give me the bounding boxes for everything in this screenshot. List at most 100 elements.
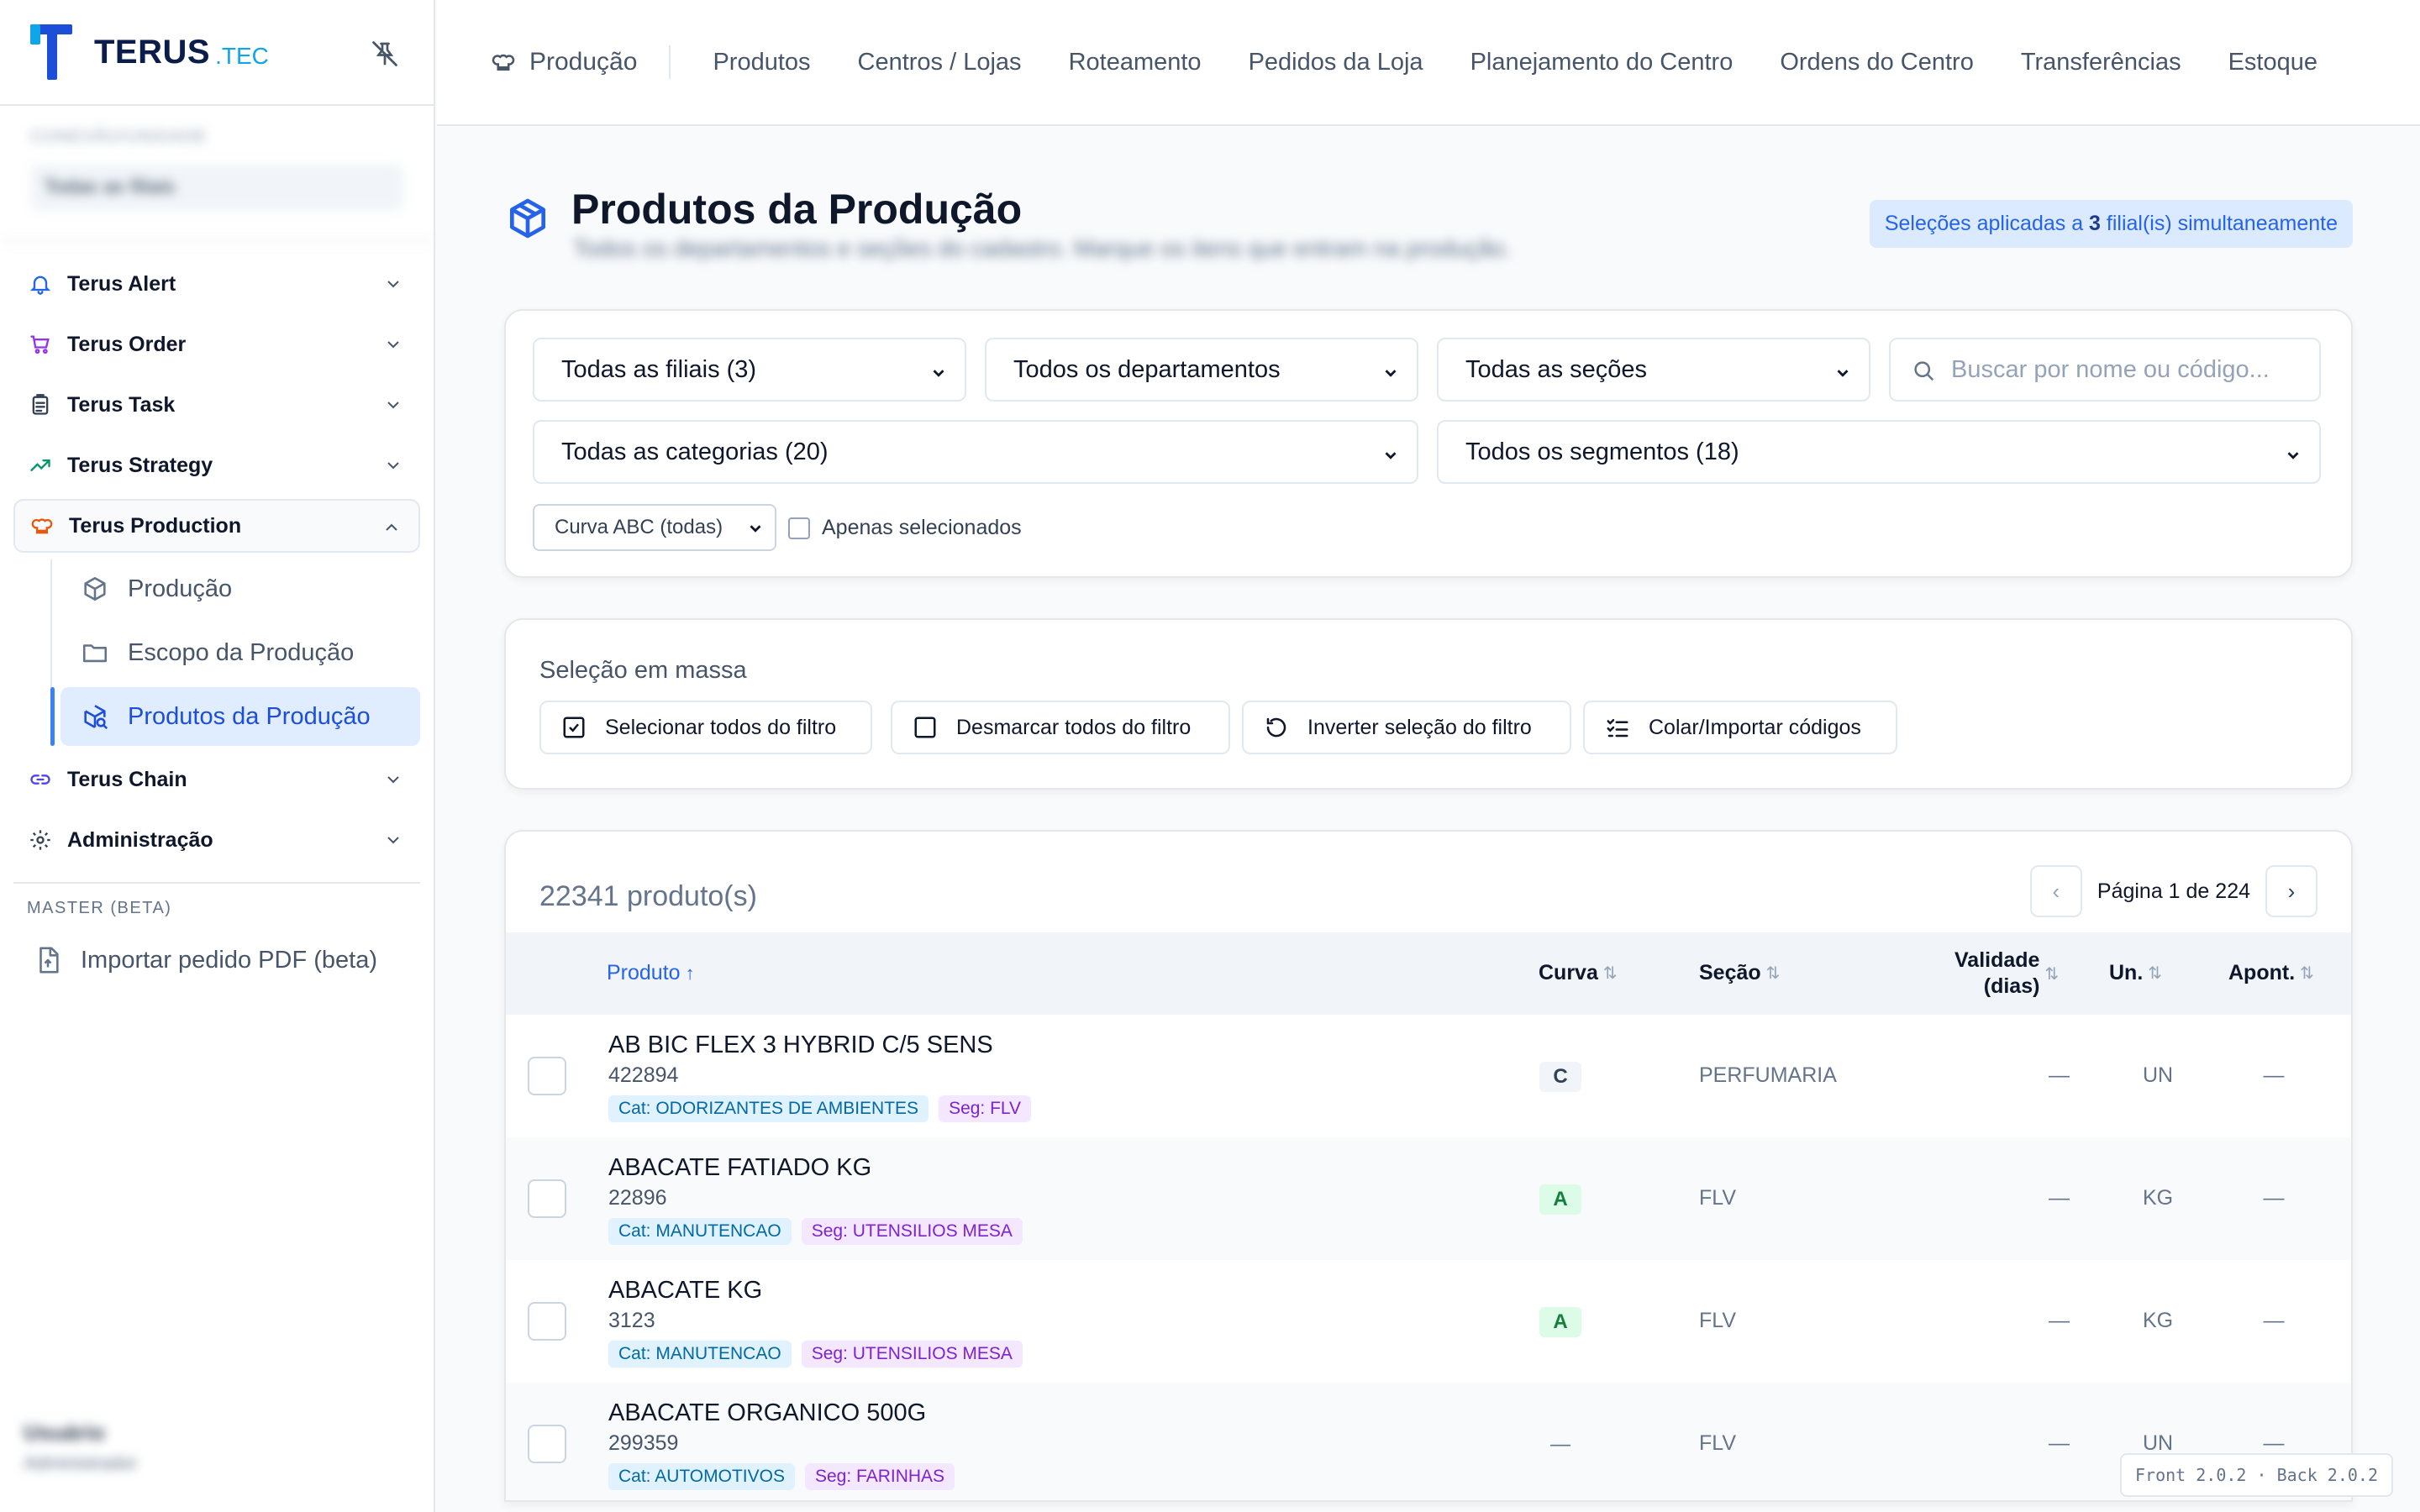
brand-name: TERUS bbox=[94, 33, 211, 71]
column-header-produto[interactable]: Produto ↑ bbox=[607, 961, 695, 985]
column-header-label: Curva bbox=[1539, 961, 1598, 984]
user-profile[interactable]: Usuário Administrador bbox=[24, 1420, 410, 1487]
search-icon bbox=[1911, 358, 1936, 383]
select-all-filtered-button[interactable]: Selecionar todos do filtro bbox=[539, 701, 872, 754]
row-select-checkbox[interactable] bbox=[528, 1302, 566, 1341]
table-row[interactable]: ABACATE ORGANICO 500G 299359 Cat: AUTOMO… bbox=[506, 1383, 2351, 1500]
only-selected-checkbox[interactable] bbox=[788, 517, 810, 539]
search-input[interactable]: Buscar por nome ou código... bbox=[1889, 338, 2321, 402]
unit-select[interactable]: Todas as filiais bbox=[30, 164, 403, 211]
column-header-apont[interactable]: Apont. ⇅ bbox=[2228, 961, 2314, 985]
page-subtitle: Todos os departamentos e seções do cadas… bbox=[573, 235, 1512, 261]
unpin-sidebar-icon[interactable] bbox=[370, 39, 400, 69]
unit-label: CONEXÃO/UNIDADE bbox=[30, 128, 208, 146]
previous-page-button[interactable]: ‹ bbox=[2029, 865, 2082, 917]
chevron-down-icon bbox=[929, 361, 948, 380]
tab-centros-lojas[interactable]: Centros / Lojas bbox=[858, 49, 1022, 76]
secoes-select[interactable]: Todas as seções bbox=[1437, 338, 1870, 402]
segmentos-select[interactable]: Todos os segmentos (18) bbox=[1437, 420, 2321, 484]
product-tags: Cat: MANUTENCAO Seg: UTENSILIOS MESA bbox=[608, 1341, 1033, 1368]
checkbox-checked-icon bbox=[561, 715, 587, 740]
unselect-all-filtered-button[interactable]: Desmarcar todos do filtro bbox=[891, 701, 1230, 754]
sidebar-item-label: Terus Strategy bbox=[67, 453, 213, 477]
user-role: Administrador bbox=[24, 1452, 138, 1473]
bulk-selection-title: Seleção em massa bbox=[539, 657, 747, 684]
sidebar-item-terus-order[interactable]: Terus Order bbox=[13, 318, 420, 371]
sidebar-subitem-escopo[interactable]: Escopo da Produção bbox=[60, 623, 420, 682]
column-header-secao[interactable]: Seção ⇅ bbox=[1699, 961, 1780, 985]
sidebar-subitem-producao[interactable]: Produção bbox=[60, 559, 420, 618]
row-select-checkbox[interactable] bbox=[528, 1179, 566, 1218]
chevron-down-icon bbox=[383, 830, 403, 850]
column-header-validade[interactable]: Validade (dias) ⇅ bbox=[1954, 948, 2059, 1000]
secao-cell: FLV bbox=[1699, 1431, 1736, 1455]
curva-abc-select[interactable]: Curva ABC (todas) bbox=[533, 504, 776, 551]
table-row[interactable]: ABACATE FATIADO KG 22896 Cat: MANUTENCAO… bbox=[506, 1137, 2351, 1260]
only-selected-label: Apenas selecionados bbox=[822, 516, 1022, 539]
column-header-label: Apont. bbox=[2228, 961, 2296, 984]
column-header-un[interactable]: Un. ⇅ bbox=[2109, 961, 2162, 985]
column-header-curva[interactable]: Curva ⇅ bbox=[1539, 961, 1618, 985]
tab-transferencias[interactable]: Transferências bbox=[2021, 49, 2181, 76]
sidebar-item-terus-production[interactable]: Terus Production bbox=[13, 499, 420, 553]
badge-text-post: filial(is) simultaneamente bbox=[2100, 212, 2338, 235]
select-value: Todas as filiais (3) bbox=[561, 355, 757, 383]
sidebar-item-terus-task[interactable]: Terus Task bbox=[13, 378, 420, 432]
categorias-select[interactable]: Todas as categorias (20) bbox=[533, 420, 1418, 484]
box-icon bbox=[81, 575, 109, 603]
select-value: Todos os departamentos bbox=[1013, 355, 1281, 383]
column-header-label: Seção bbox=[1699, 961, 1761, 984]
product-name: ABACATE FATIADO KG bbox=[608, 1154, 872, 1181]
chevron-down-icon bbox=[383, 769, 403, 790]
checkbox-empty-icon bbox=[913, 715, 938, 740]
only-selected-toggle[interactable]: Apenas selecionados bbox=[788, 516, 1022, 540]
sort-asc-icon: ↑ bbox=[685, 962, 695, 984]
secao-cell: FLV bbox=[1699, 1186, 1736, 1210]
sidebar-item-label: Terus Chain bbox=[67, 767, 187, 791]
import-pdf-order-link[interactable]: Importar pedido PDF (beta) bbox=[0, 927, 434, 994]
paste-import-codes-button[interactable]: Colar/Importar códigos bbox=[1583, 701, 1897, 754]
secao-cell: PERFUMARIA bbox=[1699, 1063, 1837, 1087]
button-label: Inverter seleção do filtro bbox=[1307, 715, 1532, 739]
chef-hat-icon bbox=[491, 50, 516, 75]
sidebar-item-terus-strategy[interactable]: Terus Strategy bbox=[13, 438, 420, 492]
sort-icon: ⇅ bbox=[2300, 964, 2314, 983]
table-row[interactable]: AB BIC FLEX 3 HYBRID C/5 SENS 422894 Cat… bbox=[506, 1015, 2351, 1137]
file-upload-icon bbox=[34, 946, 62, 974]
chevron-down-icon bbox=[746, 519, 765, 538]
unit-cell: UN bbox=[2142, 1431, 2174, 1455]
tab-ordens-centro[interactable]: Ordens do Centro bbox=[1780, 49, 1974, 76]
row-select-checkbox[interactable] bbox=[528, 1425, 566, 1463]
product-tags: Cat: AUTOMOTIVOS Seg: FARINHAS bbox=[608, 1463, 965, 1490]
pagination: ‹ Página 1 de 224 › bbox=[2029, 865, 2317, 917]
tab-roteamento[interactable]: Roteamento bbox=[1069, 49, 1202, 76]
segment-tag: Seg: FLV bbox=[939, 1095, 1032, 1122]
sidebar-item-terus-chain[interactable]: Terus Chain bbox=[13, 753, 420, 806]
products-table-card: 22341 produto(s) ‹ Página 1 de 224 › Pro… bbox=[504, 830, 2353, 1502]
tab-estoque[interactable]: Estoque bbox=[2228, 49, 2317, 76]
chevron-down-icon bbox=[1833, 361, 1852, 380]
sidebar-item-terus-alert[interactable]: Terus Alert bbox=[13, 257, 420, 311]
list-checks-icon bbox=[1605, 715, 1630, 740]
main-content: Produtos da Produção Todos os departamen… bbox=[504, 126, 2353, 1502]
tab-producao-home[interactable]: Produção bbox=[491, 45, 671, 79]
tab-pedidos-loja[interactable]: Pedidos da Loja bbox=[1249, 49, 1423, 76]
invert-selection-button[interactable]: Inverter seleção do filtro bbox=[1242, 701, 1571, 754]
selection-scope-badge: Seleções aplicadas a 3 filial(is) simult… bbox=[1869, 200, 2353, 248]
tab-planejamento-centro[interactable]: Planejamento do Centro bbox=[1470, 49, 1733, 76]
button-label: Desmarcar todos do filtro bbox=[956, 715, 1192, 739]
user-name: Usuário bbox=[24, 1420, 105, 1445]
curva-badge: — bbox=[1550, 1433, 1570, 1456]
sidebar-subitem-produtos[interactable]: Produtos da Produção bbox=[50, 687, 420, 746]
validade-cell: — bbox=[2049, 1431, 2070, 1455]
sidebar-subitem-label: Produtos da Produção bbox=[128, 702, 371, 730]
row-select-checkbox[interactable] bbox=[528, 1057, 566, 1095]
departamentos-select[interactable]: Todos os departamentos bbox=[985, 338, 1418, 402]
table-row[interactable]: ABACATE KG 3123 Cat: MANUTENCAO Seg: UTE… bbox=[506, 1260, 2351, 1383]
sidebar-item-administracao[interactable]: Administração bbox=[13, 813, 420, 867]
page-header: Produtos da Produção Todos os departamen… bbox=[504, 126, 2353, 309]
next-page-button[interactable]: › bbox=[2265, 865, 2317, 917]
filiais-select[interactable]: Todas as filiais (3) bbox=[533, 338, 966, 402]
select-value: Todas as categorias (20) bbox=[561, 438, 829, 465]
tab-produtos[interactable]: Produtos bbox=[713, 49, 810, 76]
